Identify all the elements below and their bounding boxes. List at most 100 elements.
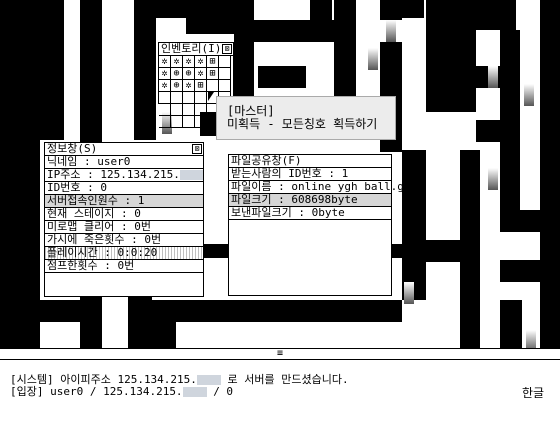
maze-wall <box>476 0 516 30</box>
tooltip-title-desc: 미획득 - 모든칭호 획득하기 <box>227 117 378 131</box>
inventory-slot[interactable]: ✲ <box>195 68 207 80</box>
info-row-id: ID번호 : 0 <box>45 182 203 195</box>
fileshare-row-filename: 파일이름 : online ygh ball.gmk <box>229 180 418 194</box>
maze-wall <box>134 0 156 140</box>
info-row-ip: IP주소 : 125.134.215. <box>45 169 203 182</box>
info-row-ip-text: IP주소 : 125.134.215. <box>47 169 180 181</box>
up-arrow-icon: ⬆ <box>450 305 460 318</box>
inventory-slot[interactable] <box>195 92 207 104</box>
redacted-ip-block <box>196 375 221 385</box>
maze-gate <box>346 312 360 322</box>
info-title: 정보창(S) <box>47 142 98 155</box>
info-row-playtime: 플레이시간 : 0:0:20 <box>45 247 203 260</box>
fileshare-row-sent-size: 보낸파일크기 : 0byte <box>229 207 391 220</box>
chat-line-join-tail: / 0 <box>213 385 234 398</box>
maze-door <box>524 84 534 106</box>
chat-line-join-text: [입장] user0 / 125.134.215. <box>10 385 183 398</box>
info-window[interactable]: 정보창(S) ⊠ 닉네임 : user0 IP주소 : 125.134.215.… <box>44 142 204 297</box>
redacted-ip-block <box>179 170 203 180</box>
inventory-slot[interactable]: ✲ <box>171 56 183 68</box>
inventory-slot[interactable] <box>159 92 171 104</box>
maze-gate <box>262 312 276 322</box>
maze-door <box>488 66 498 88</box>
inventory-slot[interactable]: ⊞ <box>195 80 207 92</box>
inventory-slot[interactable]: ⊕ <box>171 80 183 92</box>
inventory-slot[interactable] <box>195 116 207 128</box>
chat-line-system-tail: 로 서버를 만드셨습니다. <box>227 373 349 386</box>
maze-door <box>386 20 396 42</box>
inventory-slot[interactable] <box>207 80 219 92</box>
maze-wall <box>80 0 102 140</box>
maze-door <box>368 48 378 70</box>
maze-wall <box>258 66 306 88</box>
maze-gate <box>178 312 192 322</box>
inventory-slot[interactable] <box>159 116 171 128</box>
inventory-window[interactable]: 인벤토리(I) ⊠ ✲ ✲ ✲ ✲ ⊞ ✲ ⊕ ⊕ ✲ ⊞ ✲ ⊕ ✲ ⊞ <box>158 42 234 128</box>
inventory-slot[interactable]: ✲ <box>195 56 207 68</box>
chat-panel[interactable]: ≡ [시스템] 아이피주소 125.134.215. 로 서버를 만드셨습니다.… <box>0 348 560 421</box>
inventory-slot[interactable] <box>183 104 195 116</box>
inventory-close-button[interactable]: ⊠ <box>222 44 232 54</box>
fileshare-row-filesize: 파일크기 : 608698byte <box>229 194 391 207</box>
inventory-slot[interactable] <box>219 68 231 80</box>
redacted-ip-block <box>182 387 207 397</box>
inventory-slot[interactable] <box>159 104 171 116</box>
maze-wall <box>310 0 332 20</box>
info-row-nickname: 닉네임 : user0 <box>45 156 203 169</box>
maze-wall <box>426 240 460 262</box>
inventory-slot[interactable]: ⊞ <box>207 56 219 68</box>
inventory-slot[interactable] <box>219 56 231 68</box>
ime-indicator[interactable]: 한글 <box>522 384 544 401</box>
inventory-slot[interactable]: ⊞ <box>207 68 219 80</box>
maze-wall <box>40 300 80 322</box>
info-row-connected-users: 서버접속인원수 : 1 <box>45 195 203 208</box>
info-row-maze-clear: 미로맵 클리어 : 0번 <box>45 221 203 234</box>
maze-gate <box>318 312 332 322</box>
info-row-jumps: 점프한횟수 : 0번 <box>45 260 203 273</box>
info-titlebar[interactable]: 정보창(S) ⊠ <box>45 143 203 156</box>
inventory-slot[interactable]: ✲ <box>159 80 171 92</box>
maze-wall <box>254 20 334 42</box>
mouse-cursor-icon <box>208 92 214 101</box>
maze-wall <box>500 300 522 350</box>
maze-wall <box>152 322 176 348</box>
chat-resize-grip[interactable]: ≡ <box>0 349 560 360</box>
inventory-slot[interactable]: ⊕ <box>183 68 195 80</box>
maze-wall <box>186 0 234 34</box>
inventory-slot[interactable] <box>183 116 195 128</box>
maze-wall <box>460 150 480 350</box>
inventory-slot[interactable]: ⊕ <box>171 68 183 80</box>
inventory-slot[interactable] <box>171 92 183 104</box>
chat-line-join: [입장] user0 / 125.134.215. / 0 <box>10 386 233 398</box>
info-close-button[interactable]: ⊠ <box>192 144 202 154</box>
fileshare-window[interactable]: 파일공유창(F) 받는사람의 ID번호 : 1 파일이름 : online yg… <box>228 154 418 296</box>
inventory-slot[interactable] <box>195 104 207 116</box>
inventory-slot[interactable] <box>183 92 195 104</box>
inventory-slot[interactable]: ✲ <box>183 80 195 92</box>
maze-gate <box>290 312 304 322</box>
fileshare-titlebar[interactable]: 파일공유창(F) <box>229 155 391 168</box>
info-row-stage: 현재 스테이지 : 0 <box>45 208 203 221</box>
maze-wall <box>40 0 64 140</box>
maze-wall <box>500 30 520 210</box>
info-row-spike-deaths: 가시에 죽은횟수 : 0번 <box>45 234 203 247</box>
title-tooltip: [마스터] 미획득 - 모든칭호 획득하기 <box>216 96 396 140</box>
maze-gate <box>234 312 248 322</box>
maze-door <box>488 168 498 190</box>
inventory-slot[interactable] <box>171 116 183 128</box>
inventory-titlebar[interactable]: 인벤토리(I) ⊠ <box>159 43 233 56</box>
inventory-slot[interactable]: ✲ <box>183 56 195 68</box>
maze-wall <box>402 150 426 300</box>
maze-door <box>404 282 414 304</box>
maze-gate <box>206 312 220 322</box>
inventory-slot[interactable]: ✲ <box>159 56 171 68</box>
info-row-empty <box>45 273 203 285</box>
inventory-slot[interactable]: ✲ <box>159 68 171 80</box>
inventory-slot[interactable] <box>171 104 183 116</box>
maze-wall <box>380 0 402 20</box>
maze-wall <box>426 0 476 112</box>
inventory-slot[interactable] <box>219 80 231 92</box>
fileshare-title: 파일공유창(F) <box>231 154 302 167</box>
maze-wall <box>476 120 500 142</box>
maze-wall <box>402 0 424 18</box>
